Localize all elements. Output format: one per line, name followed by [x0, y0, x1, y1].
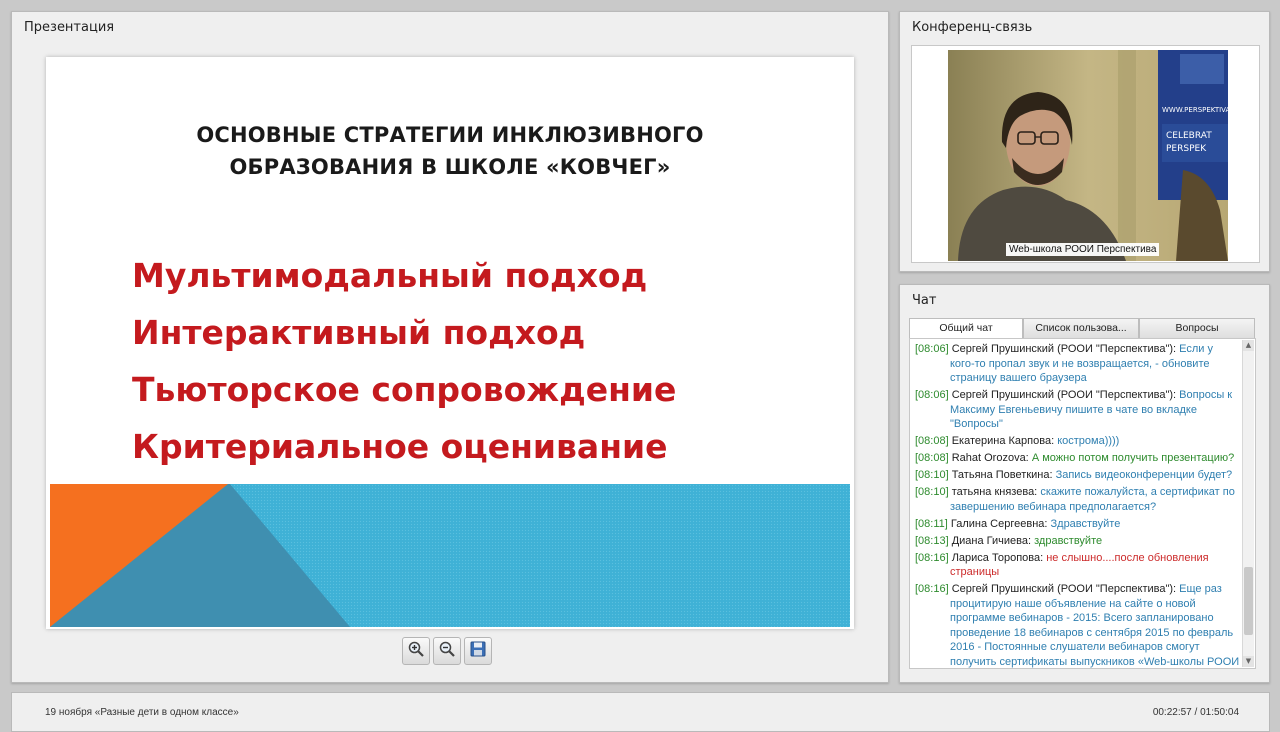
chat-message-text: здравствуйте — [1034, 534, 1103, 547]
chat-message-text: А можно потом получить презентацию? — [1031, 452, 1235, 464]
chat-message-time: [08:16] — [915, 583, 949, 595]
chat-message-text: кострома)))) — [1057, 435, 1120, 447]
zoom-in-icon — [407, 640, 425, 662]
scroll-up-icon[interactable]: ▲ — [1243, 340, 1254, 351]
slide-bullet-list: Мультимодальный подход Интерактивный под… — [132, 247, 676, 475]
chat-message-author: Галина Сергеевна: — [950, 517, 1048, 530]
chat-message-time: [08:06] — [915, 389, 949, 401]
chat-message-author: Сергей Прушинский (РООИ "Перспектива"): — [951, 583, 1177, 595]
chat-message-time: [08:10] — [915, 469, 949, 481]
chat-message-time: [08:10] — [915, 486, 949, 498]
chat-message-author: Татьяна Поветкина: — [951, 469, 1053, 481]
chat-panel: Чат Общий чат Список пользова... Вопросы… — [899, 284, 1270, 683]
presentation-toolbar — [402, 637, 492, 665]
slide-heading-line-1: ОСНОВНЫЕ СТРАТЕГИИ ИНКЛЮЗИВНОГО — [196, 123, 704, 147]
chat-message-time: [08:08] — [915, 452, 949, 464]
presentation-panel: Презентация ОСНОВНЫЕ СТРАТЕГИИ ИНКЛЮЗИВН… — [11, 11, 889, 683]
chat-message-time: [08:06] — [915, 343, 949, 355]
conference-panel: Конференц-связь WWW.PERSPEKTIVA CELEBRAT — [899, 11, 1270, 272]
chat-message-text: Здравствуйте — [1050, 517, 1121, 530]
chat-scrollbar[interactable]: ▲ ▼ — [1242, 340, 1254, 667]
chat-message: [08:16] Лариса Торопова: не слышно....по… — [915, 551, 1240, 580]
chat-log[interactable]: [08:06] Сергей Прушинский (РООИ "Перспек… — [909, 338, 1256, 669]
slide-heading-line-2: ОБРАЗОВАНИЯ В ШКОЛЕ «КОВЧЕГ» — [229, 155, 671, 179]
presentation-slide: ОСНОВНЫЕ СТРАТЕГИИ ИНКЛЮЗИВНОГО ОБРАЗОВА… — [46, 57, 854, 629]
tab-general-chat[interactable]: Общий чат — [909, 318, 1023, 338]
zoom-out-button[interactable] — [433, 637, 461, 665]
video-container: WWW.PERSPEKTIVA CELEBRAT PERSPEK Web-шко… — [911, 45, 1260, 263]
scrollbar-thumb[interactable] — [1244, 567, 1253, 635]
chat-message-time: [08:13] — [915, 534, 949, 547]
chat-message: [08:10] татьяна князева: скажите пожалуй… — [915, 485, 1240, 514]
chat-message-time: [08:08] — [915, 435, 949, 447]
chat-tabs: Общий чат Список пользова... Вопросы — [909, 318, 1255, 338]
presentation-panel-title: Презентация — [24, 20, 115, 35]
chat-message: [08:13] Диана Гичиева: здравствуйте — [915, 534, 1240, 549]
scroll-down-icon[interactable]: ▼ — [1243, 656, 1254, 667]
chat-message: [08:08] Екатерина Карпова: кострома)))) — [915, 434, 1240, 449]
chat-message: [08:11] Галина Сергеевна: Здравствуйте — [915, 517, 1240, 532]
tab-questions[interactable]: Вопросы — [1139, 318, 1255, 338]
chat-message-author: Сергей Прушинский (РООИ "Перспектива"): — [951, 343, 1177, 355]
banner-text: CELEBRAT — [1166, 131, 1212, 141]
slide-bullet: Интерактивный подход — [132, 313, 586, 352]
chat-message-author: Rahat Orozova: — [951, 452, 1029, 464]
status-bar: 19 ноября «Разные дети в одном классе» 0… — [11, 692, 1270, 732]
chat-message: [08:10] Татьяна Поветкина: Запись видеок… — [915, 468, 1240, 483]
chat-message-list: [08:06] Сергей Прушинский (РООИ "Перспек… — [915, 342, 1240, 668]
tab-user-list[interactable]: Список пользова... — [1023, 318, 1139, 338]
slide-decoration — [50, 484, 850, 627]
save-button[interactable] — [464, 637, 492, 665]
chat-message-time: [08:16] — [915, 551, 949, 564]
webinar-title: 19 ноября «Разные дети в одном классе» — [45, 707, 239, 718]
banner-text: WWW.PERSPEKTIVA — [1162, 106, 1228, 114]
zoom-in-button[interactable] — [402, 637, 430, 665]
conference-panel-title: Конференц-связь — [912, 20, 1033, 35]
slide-bullet: Мультимодальный подход — [132, 256, 648, 295]
chat-message-text: Еще раз процитирую наше объявление на са… — [950, 583, 1240, 668]
chat-message-time: [08:11] — [915, 517, 948, 530]
zoom-out-icon — [438, 640, 456, 662]
slide-heading: ОСНОВНЫЕ СТРАТЕГИИ ИНКЛЮЗИВНОГО ОБРАЗОВА… — [46, 119, 854, 183]
chat-message-text: Запись видеоконференции будет? — [1055, 469, 1233, 481]
slide-bullet: Тьюторское сопровождение — [132, 370, 677, 409]
video-feed[interactable]: WWW.PERSPEKTIVA CELEBRAT PERSPEK Web-шко… — [948, 50, 1228, 261]
chat-message-author: татьяна князева: — [951, 486, 1038, 498]
chat-message: [08:06] Сергей Прушинский (РООИ "Перспек… — [915, 342, 1240, 386]
save-icon — [469, 640, 487, 662]
video-image: WWW.PERSPEKTIVA CELEBRAT PERSPEK — [948, 50, 1228, 261]
chat-message-author: Лариса Торопова: — [951, 551, 1044, 564]
chat-message: [08:08] Rahat Orozova: А можно потом пол… — [915, 451, 1240, 466]
slide-bullet: Критериальное оценивание — [132, 427, 668, 466]
chat-message: [08:06] Сергей Прушинский (РООИ "Перспек… — [915, 388, 1240, 432]
video-caption: Web-школа РООИ Перспектива — [1006, 243, 1160, 256]
playback-time: 00:22:57 / 01:50:04 — [1152, 707, 1239, 718]
chat-panel-title: Чат — [912, 293, 937, 308]
chat-message: [08:16] Сергей Прушинский (РООИ "Перспек… — [915, 582, 1240, 668]
banner-text: PERSPEK — [1166, 144, 1207, 154]
chat-message-author: Екатерина Карпова: — [951, 435, 1055, 447]
chat-message-author: Сергей Прушинский (РООИ "Перспектива"): — [951, 389, 1177, 401]
chat-message-author: Диана Гичиева: — [951, 534, 1032, 547]
